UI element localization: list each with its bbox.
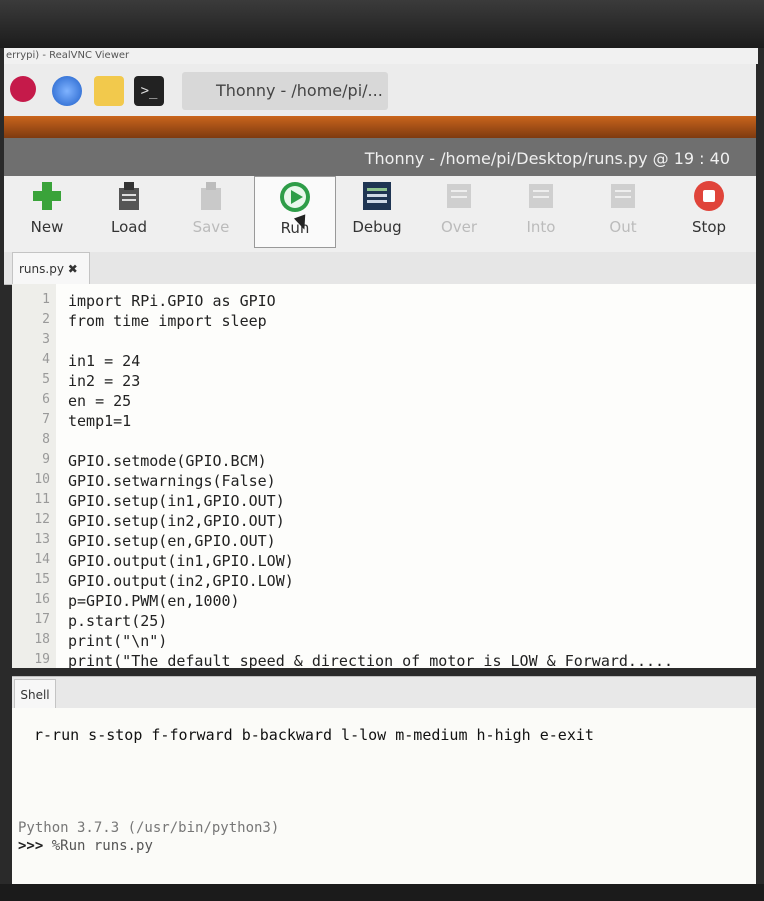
- folder-icon[interactable]: [94, 76, 124, 106]
- debug-icon: [363, 182, 391, 210]
- shell-prompt-line: >>> %Run runs.py: [18, 838, 153, 854]
- step-out-icon: [611, 184, 635, 208]
- step-into-button[interactable]: Into: [506, 180, 576, 244]
- line-number: 13: [34, 532, 50, 547]
- python-version: Python 3.7.3 (/usr/bin/python3): [18, 820, 280, 836]
- code-text: from time import sleep: [68, 312, 267, 330]
- line-number: 16: [34, 592, 50, 607]
- save-label: Save: [192, 218, 230, 236]
- code-text: GPIO.setmode(GPIO.BCM): [68, 452, 267, 470]
- code-text: GPIO.setup(in2,GPIO.OUT): [68, 512, 285, 530]
- editor-tabbar: runs.py ✖: [4, 252, 756, 285]
- step-out-button[interactable]: Out: [588, 180, 658, 244]
- line-number: 9: [42, 452, 50, 467]
- line-number: 15: [34, 572, 50, 587]
- taskbar-window-thonny[interactable]: Thonny - /home/pi/...: [182, 72, 388, 110]
- debug-label: Debug: [352, 218, 402, 236]
- taskbar: >_ Thonny - /home/pi/...: [4, 64, 756, 117]
- shell-tabbar: Shell: [12, 676, 756, 711]
- run-play-icon: [280, 182, 310, 212]
- line-number: 5: [42, 372, 50, 387]
- line-number: 6: [42, 392, 50, 407]
- step-into-icon: [529, 184, 553, 208]
- code-text: en = 25: [68, 392, 132, 410]
- window-title: Thonny - /home/pi/Desktop/runs.py @ 19 :…: [4, 138, 756, 176]
- new-label: New: [30, 218, 64, 236]
- code-editor[interactable]: 1 import RPi.GPIO as GPIO 2 from time impor…: [12, 284, 756, 668]
- load-label: Load: [111, 218, 147, 236]
- step-into-label: Into: [526, 218, 556, 236]
- line-number: 3: [42, 332, 50, 347]
- browser-globe-icon[interactable]: [52, 76, 82, 106]
- desktop-strip: [4, 116, 756, 138]
- code-text: print("\n"): [68, 632, 168, 650]
- save-icon: [201, 182, 221, 210]
- debug-button[interactable]: Debug: [342, 180, 412, 244]
- new-button[interactable]: New: [12, 180, 82, 244]
- raspberry-menu-icon[interactable]: [10, 76, 36, 102]
- line-number: 11: [34, 492, 50, 507]
- code-text: p=GPIO.PWM(en,1000): [68, 592, 240, 610]
- run-button[interactable]: Run: [254, 176, 336, 248]
- step-out-label: Out: [609, 218, 637, 236]
- line-number: 1: [42, 292, 50, 307]
- code-text: GPIO.setwarnings(False): [68, 472, 276, 490]
- plus-icon: [33, 182, 61, 210]
- code-text: GPIO.setup(in1,GPIO.OUT): [68, 492, 285, 510]
- line-number: 4: [42, 352, 50, 367]
- code-text: GPIO.output(in2,GPIO.LOW): [68, 572, 294, 590]
- terminal-icon[interactable]: >_: [134, 76, 164, 106]
- shell-prompt: >>>: [18, 838, 44, 854]
- code-text: p.start(25): [68, 612, 168, 630]
- code-text: temp1=1: [68, 412, 132, 430]
- stop-button[interactable]: Stop: [674, 180, 744, 244]
- stop-icon: [694, 181, 724, 211]
- code-text: import RPi.GPIO as GPIO: [68, 292, 276, 310]
- code-text: GPIO.setup(en,GPIO.OUT): [68, 532, 276, 550]
- code-text: print("The default speed & direction of …: [68, 652, 674, 668]
- line-number: 7: [42, 412, 50, 427]
- code-text: in2 = 23: [68, 372, 141, 390]
- taskbar-window-label: Thonny - /home/pi/...: [216, 81, 383, 100]
- tab-runs-py[interactable]: runs.py ✖: [12, 252, 90, 284]
- shell-output: r-run s-stop f-forward b-backward l-low …: [34, 726, 594, 744]
- toolbar: New Load Save Run Debug Over Into Out St…: [4, 176, 756, 252]
- vnc-title-bar: errypi) - RealVNC Viewer: [4, 48, 758, 64]
- step-over-icon: [447, 184, 471, 208]
- line-number: 18: [34, 632, 50, 647]
- code-text: in1 = 24: [68, 352, 141, 370]
- line-number: 14: [34, 552, 50, 567]
- step-over-button[interactable]: Over: [424, 180, 494, 244]
- monitor-bezel: [0, 0, 764, 48]
- line-number: 19: [34, 652, 50, 667]
- shell-command: %Run runs.py: [51, 838, 153, 854]
- code-text: GPIO.output(in1,GPIO.LOW): [68, 552, 294, 570]
- line-number: 17: [34, 612, 50, 627]
- stop-label: Stop: [691, 218, 727, 236]
- shell-panel[interactable]: r-run s-stop f-forward b-backward l-low …: [12, 708, 756, 884]
- line-number: 12: [34, 512, 50, 527]
- line-number: 2: [42, 312, 50, 327]
- load-button[interactable]: Load: [94, 180, 164, 244]
- line-number: 10: [34, 472, 50, 487]
- save-button[interactable]: Save: [176, 180, 246, 244]
- step-over-label: Over: [440, 218, 478, 236]
- tab-shell[interactable]: Shell: [14, 679, 56, 711]
- line-number: 8: [42, 432, 50, 447]
- bottom-bezel: [0, 884, 764, 901]
- load-icon: [119, 182, 139, 210]
